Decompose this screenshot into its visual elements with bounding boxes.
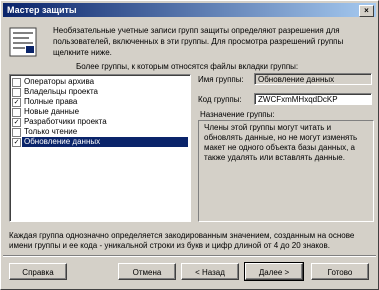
group-checkbox[interactable]: ✓: [12, 138, 21, 147]
list-item[interactable]: ✓ Обновление данных: [12, 137, 188, 147]
list-item[interactable]: ✓ Полные права: [12, 97, 188, 107]
group-label: Разработчики проекта: [24, 117, 107, 126]
intro-text: Необязательные учетные записи групп защи…: [53, 26, 344, 57]
group-checkbox[interactable]: [12, 128, 21, 137]
security-wizard-icon: [9, 27, 37, 57]
list-item[interactable]: Операторы архива: [12, 77, 188, 87]
group-name-label: Имя группы:: [198, 75, 244, 84]
close-button[interactable]: ×: [359, 5, 374, 17]
group-list-caption: Более группы, к которым относятся файлы …: [76, 62, 299, 71]
group-label: Полные права: [24, 97, 78, 106]
group-label: Операторы архива: [24, 77, 95, 86]
window-title: Мастер защиты: [7, 5, 77, 15]
group-label: Новые данные: [24, 107, 80, 116]
list-item[interactable]: ✓ Разработчики проекта: [12, 117, 188, 127]
group-description-text: Члены этой группы могут читать и обновля…: [204, 123, 358, 162]
title-bar[interactable]: Мастер защиты ×: [3, 3, 376, 17]
group-description-box: Члены этой группы могут читать и обновля…: [198, 120, 374, 222]
cancel-button[interactable]: Отмена: [118, 263, 176, 280]
group-list[interactable]: Операторы архива Владельцы проекта ✓ Пол…: [9, 74, 191, 222]
group-checkbox[interactable]: ✓: [12, 118, 21, 127]
group-checkbox[interactable]: [12, 78, 21, 87]
group-description-label: Назначение группы:: [200, 110, 275, 119]
group-checkbox[interactable]: [12, 108, 21, 117]
group-code-label: Код группы:: [198, 95, 242, 104]
back-button[interactable]: < Назад: [181, 263, 239, 280]
list-item[interactable]: Только чтение: [12, 127, 188, 137]
list-item[interactable]: Новые данные: [12, 107, 188, 117]
group-label: Владельцы проекта: [24, 87, 98, 96]
finish-button[interactable]: Готово: [311, 263, 369, 280]
wizard-window: Мастер защиты × Необязательные учетные з…: [0, 0, 379, 290]
group-code-field[interactable]: ZWCFxmMHxqdDcKP: [254, 93, 372, 105]
group-name-field: Обновление данных: [254, 73, 372, 85]
help-button[interactable]: Справка: [9, 263, 67, 280]
group-checkbox[interactable]: ✓: [12, 98, 21, 107]
button-divider: [3, 255, 376, 257]
list-item[interactable]: Владельцы проекта: [12, 87, 188, 97]
group-checkbox[interactable]: [12, 88, 21, 97]
footnote-text: Каждая группа однозначно определяется за…: [9, 231, 355, 250]
group-label: Только чтение: [24, 127, 78, 136]
group-label: Обновление данных: [22, 137, 188, 147]
next-button[interactable]: Далее >: [244, 262, 304, 281]
